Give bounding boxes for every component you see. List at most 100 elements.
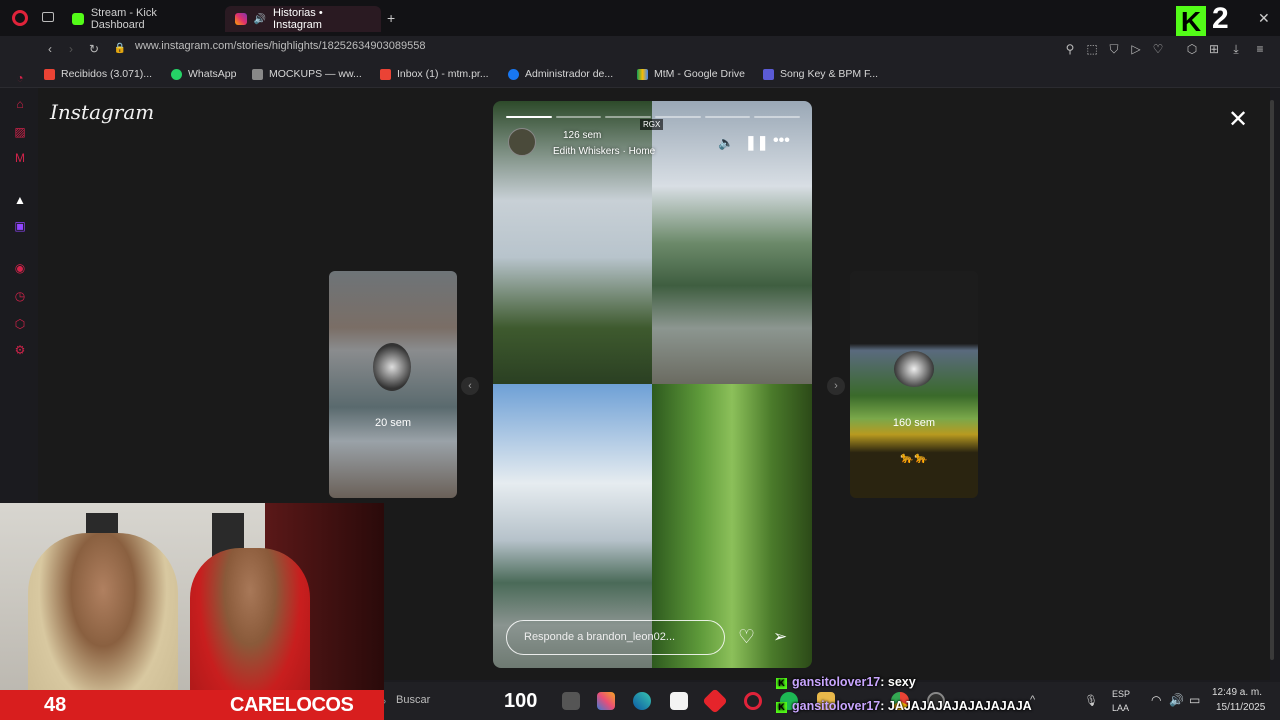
copilot-icon[interactable] — [597, 692, 615, 710]
previous-story-preview[interactable]: 20 sem — [329, 271, 457, 498]
new-tab-button[interactable]: + — [387, 10, 395, 26]
preview-time-label: 160 sem — [892, 417, 936, 429]
kick-logo-overlay: K — [1176, 6, 1206, 38]
app-red-icon[interactable] — [702, 688, 728, 714]
story-avatar[interactable] — [508, 128, 536, 156]
volume-tray-icon[interactable]: 🔊 — [1169, 693, 1184, 707]
shield-icon[interactable]: ⛉ — [1106, 41, 1122, 57]
store-icon[interactable] — [670, 692, 688, 710]
webcam-feed — [0, 503, 384, 720]
like-heart-icon[interactable]: ♡ — [738, 626, 755, 649]
play-icon[interactable]: ▷ — [1128, 41, 1144, 57]
more-options-icon[interactable]: ••• — [773, 132, 790, 150]
bookmark-mockups[interactable]: MOCKUPS — ww... — [252, 68, 362, 80]
song-key-icon — [763, 68, 774, 80]
story-progress-bar — [506, 116, 801, 118]
next-story-preview[interactable]: 160 sem 🐆🐆 — [850, 271, 978, 498]
chat-message: Kgansitolover17: JAJAJAJAJAJAJAJAJA — [776, 699, 1032, 713]
forward-icon[interactable]: › — [63, 41, 79, 57]
battery-icon[interactable]: ▭ — [1189, 693, 1200, 707]
gmail-sidebar-icon[interactable]: M — [12, 150, 28, 166]
whatsapp-icon — [171, 68, 182, 80]
wifi-icon[interactable]: ◠ — [1151, 693, 1161, 707]
clock-time[interactable]: 12:49 a. m. — [1212, 687, 1262, 698]
bookmark-whatsapp[interactable]: WhatsApp — [171, 68, 236, 80]
story-tag-badge: RGX — [640, 119, 664, 130]
tab-label: Stream - Kick Dashboard — [90, 7, 157, 31]
back-icon[interactable]: ‹ — [42, 41, 58, 57]
volume-icon[interactable]: 🔈 — [718, 135, 734, 151]
speaker-icon: 🔊 — [253, 13, 267, 25]
previous-arrow-icon[interactable]: ‹ — [461, 377, 479, 395]
stadium-ball-image — [894, 351, 934, 387]
snapshot-icon[interactable]: ⬚ — [1084, 41, 1100, 57]
tab-menu-icon[interactable] — [42, 12, 54, 22]
menu-icon[interactable]: ≡ — [1252, 41, 1268, 57]
extensions-sidebar-icon[interactable]: ⬡ — [12, 316, 28, 332]
download-icon[interactable]: ⤓ — [1228, 41, 1244, 57]
cube-icon — [252, 68, 263, 80]
channel-name: CARELOCOS — [230, 694, 354, 716]
bookmarks-bar: Recibidos (3.071)... WhatsApp MOCKUPS — … — [0, 62, 1280, 88]
reload-icon[interactable]: ↻ — [86, 41, 102, 57]
progress-segment — [754, 116, 801, 118]
edge-icon[interactable] — [633, 692, 651, 710]
tab-bar: Stream - Kick Dashboard 🔊 Historias • In… — [0, 0, 1280, 38]
history-icon[interactable]: ◷ — [12, 288, 28, 304]
progress-segment — [605, 116, 652, 118]
kick-badge-icon: K — [776, 678, 787, 689]
gmail-icon — [44, 68, 55, 80]
instagram-icon — [235, 13, 247, 25]
aria-icon[interactable]: ◔ — [12, 70, 28, 86]
close-stories-button[interactable]: ✕ — [1226, 108, 1250, 132]
notes-icon[interactable]: ▨ — [12, 124, 28, 140]
story-time: 126 sem — [563, 130, 602, 141]
bookmark-google-drive[interactable]: MtM - Google Drive — [637, 68, 745, 80]
tab-instagram-stories[interactable]: 🔊 Historias • Instagram — [225, 6, 381, 32]
story-card — [493, 101, 812, 668]
pin-icon[interactable]: ⚲ — [1062, 41, 1078, 57]
bookmark-inbox[interactable]: Inbox (1) - mtm.pr... — [380, 68, 489, 80]
lock-icon: 🔒 — [113, 43, 127, 54]
url-field[interactable]: www.instagram.com/stories/highlights/182… — [135, 40, 425, 52]
clock-date[interactable]: 15/11/2025 — [1216, 702, 1265, 713]
progress-segment — [655, 116, 701, 118]
instagram-logo[interactable]: Instagram — [50, 100, 154, 124]
settings-icon[interactable]: ⚙ — [12, 342, 28, 358]
bookmark-gmail[interactable]: Recibidos (3.071)... — [44, 68, 152, 80]
bookmark-meta-admin[interactable]: Administrador de... — [508, 68, 613, 80]
preview-time-label: 20 sem — [374, 417, 412, 429]
meta-icon — [508, 68, 519, 80]
reply-input[interactable]: Responde a brandon_leon02... — [506, 620, 725, 655]
send-icon[interactable]: ➢ — [773, 627, 787, 647]
close-window-icon[interactable]: ✕ — [1258, 10, 1270, 27]
next-arrow-icon[interactable]: › — [827, 377, 845, 395]
kick-badge-icon: K — [776, 702, 787, 713]
tab-kick-dashboard[interactable]: Stream - Kick Dashboard — [62, 6, 222, 32]
chat-message: Kgansitolover17: sexy — [776, 675, 916, 689]
pause-icon[interactable]: ❚❚ — [745, 134, 768, 151]
player-icon[interactable]: ◉ — [12, 260, 28, 276]
opera-taskbar-icon[interactable] — [744, 692, 762, 710]
heart-icon[interactable]: ♡ — [1150, 41, 1166, 57]
drive-icon — [637, 68, 648, 80]
ai-icon[interactable]: ⌂ — [12, 96, 28, 112]
progress-segment — [506, 116, 552, 118]
overlay-counter: 2 — [1212, 2, 1229, 35]
page-scrollbar[interactable] — [1270, 100, 1274, 660]
story-music-label[interactable]: Edith Whiskers · Home — [553, 146, 655, 157]
preview-emoji: 🐆🐆 — [900, 452, 928, 464]
twitch-icon[interactable]: ▣ — [12, 218, 28, 234]
language-indicator[interactable]: ESP — [1112, 689, 1130, 699]
tab-label: Historias • Instagram — [273, 7, 323, 31]
progress-segment — [704, 116, 751, 118]
wallet-icon[interactable]: ⊞ — [1206, 41, 1222, 57]
mic-icon[interactable]: 🎙 — [1084, 694, 1098, 707]
kick-sidebar-icon[interactable]: ▲ — [12, 192, 28, 208]
task-view-icon[interactable] — [562, 692, 580, 710]
language-sub: LAA — [1112, 703, 1130, 713]
bookmark-song-key[interactable]: Song Key & BPM F... — [763, 68, 878, 80]
extensions-icon[interactable]: ⬡ — [1184, 41, 1200, 57]
opera-logo-icon[interactable] — [12, 10, 28, 26]
taskbar-search[interactable]: Buscar — [396, 694, 430, 706]
